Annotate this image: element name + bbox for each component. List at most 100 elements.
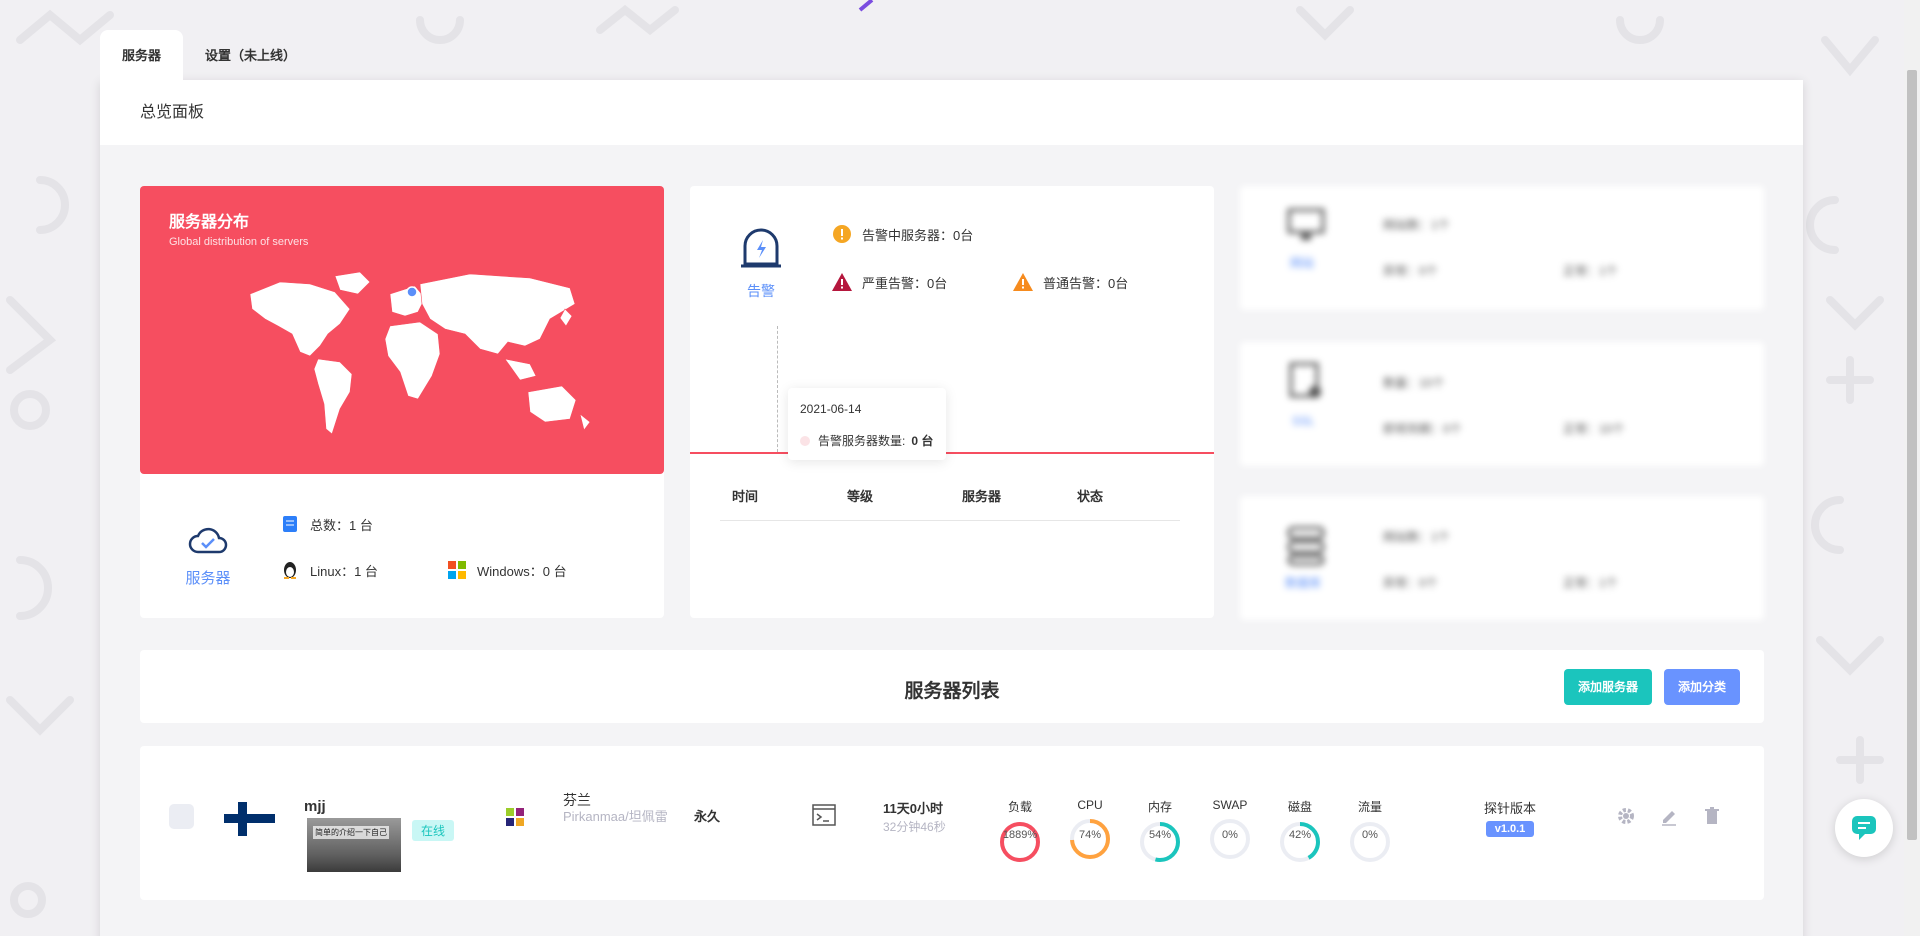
- chat-icon: [1852, 816, 1876, 840]
- gauge-value: 42%: [1288, 829, 1312, 841]
- alarm-icon: [741, 228, 781, 268]
- ssl-ok: 正常：10个: [1563, 422, 1625, 436]
- col-status: 状态: [1077, 489, 1104, 504]
- gauge-label: 负载: [1007, 800, 1032, 814]
- monitor-icon: [1287, 208, 1325, 240]
- ssl-count: 数量：10个: [1383, 376, 1445, 390]
- tooltip-date: 2021-06-14: [800, 402, 862, 416]
- database-error: 异常：0个: [1383, 576, 1438, 590]
- alert-chart-line: [690, 452, 1214, 454]
- add-category-button[interactable]: 添加分类: [1664, 669, 1740, 705]
- database-ok: 正常：1个: [1563, 576, 1618, 590]
- server-name[interactable]: mjj: [304, 798, 326, 815]
- chart-crosshair: [777, 326, 778, 452]
- windows-icon: [447, 560, 467, 580]
- alerts-card: 告警 告警中服务器：0台 严重告警：0台 普通告警：0台 2021-06-14 …: [690, 186, 1214, 618]
- status-badge: 在线: [412, 820, 455, 841]
- server-summary-label: 服务器: [185, 570, 231, 587]
- server-summary-icon: 服务器: [180, 524, 236, 588]
- server-windows: Windows：0 台: [447, 560, 567, 580]
- gauge-label: CPU: [1077, 798, 1103, 812]
- gauge-1: CPU 74%: [1067, 798, 1113, 862]
- select-checkbox[interactable]: [169, 804, 194, 829]
- add-server-button[interactable]: 添加服务器: [1564, 669, 1652, 705]
- centos-icon: [506, 808, 524, 826]
- country: 芬兰: [563, 792, 591, 808]
- alerting-servers-text: 告警中服务器：0台: [862, 227, 974, 243]
- world-map-panel: 服务器分布 Global distribution of servers: [140, 186, 664, 474]
- server-total: 总数：1 台: [280, 514, 373, 534]
- certificate-icon: [1289, 362, 1321, 398]
- database-icon: [1287, 526, 1325, 566]
- tab-settings[interactable]: 设置（未上线）: [183, 30, 318, 80]
- probe-version: 探针版本 v1.0.1: [1470, 798, 1550, 837]
- website-error: 异常：0个: [1383, 264, 1438, 278]
- thumbnail-text: 简单的介绍一下自己: [313, 826, 389, 839]
- alarm-summary: 告警: [737, 226, 785, 301]
- gear-icon[interactable]: [1616, 806, 1636, 826]
- edit-icon[interactable]: [1659, 806, 1679, 826]
- tab-servers[interactable]: 服务器: [100, 30, 184, 80]
- uptime-sub: 32分钟46秒: [883, 820, 946, 834]
- map-subtitle: Global distribution of servers: [169, 236, 309, 248]
- server-row: mjj 简单的介绍一下自己 在线 芬兰 Pirkanmaa/坦佩雷 永久 11天…: [140, 746, 1764, 900]
- website-ok: 正常：1个: [1563, 264, 1618, 278]
- trash-icon[interactable]: [1702, 806, 1722, 826]
- server-linux-text: Linux：1 台: [310, 563, 378, 579]
- normal-alerts: 普通告警：0台: [1013, 272, 1128, 292]
- server-distribution-card: 服务器分布 Global distribution of servers 服务器…: [140, 186, 664, 618]
- uptime-main: 11天0小时: [883, 801, 943, 816]
- dashboard-panel: 总览面板 服务器分布 Global distribution of server…: [100, 80, 1803, 936]
- gauge-label: SWAP: [1212, 798, 1248, 812]
- col-time: 时间: [732, 489, 759, 504]
- expire: 永久: [694, 809, 721, 824]
- gauge-3: SWAP 0%: [1207, 798, 1253, 862]
- warning-circle-icon: [832, 224, 852, 244]
- critical-triangle-icon: [832, 272, 852, 292]
- world-map[interactable]: [240, 264, 600, 444]
- gauge-4: 磁盘 42%: [1277, 798, 1323, 865]
- website-label: 网站: [1290, 256, 1315, 270]
- chat-button[interactable]: [1835, 799, 1893, 857]
- region: Pirkanmaa/坦佩雷: [563, 809, 668, 824]
- server-list-header: 服务器列表 添加服务器 添加分类: [140, 650, 1764, 723]
- ssl-expiring: 即将到期：0个: [1383, 422, 1462, 436]
- gauge-label: 流量: [1357, 800, 1382, 814]
- gauge-value: 0%: [1222, 829, 1238, 841]
- ssl-card: SSL 数量：10个 即将到期：0个 正常：10个: [1240, 342, 1764, 466]
- ssl-label: SSL: [1292, 414, 1315, 428]
- gauge-5: 流量 0%: [1347, 798, 1393, 865]
- normal-alerts-text: 普通告警：0台: [1043, 275, 1129, 291]
- page-title: 总览面板: [100, 80, 1803, 145]
- gauge-value: 74%: [1078, 829, 1102, 841]
- database-card: 数据库 网站数：1个 异常：0个 正常：1个: [1240, 496, 1764, 620]
- gauge-label: 磁盘: [1287, 800, 1312, 814]
- chart-tooltip: 2021-06-14 告警服务器数量: 0 台: [788, 388, 946, 460]
- tooltip-series: 告警服务器数量:: [818, 434, 906, 448]
- tooltip-row: 告警服务器数量: 0 台: [800, 432, 934, 449]
- gauge-2: 内存 54%: [1137, 798, 1183, 865]
- gauge-value: 0%: [1362, 829, 1378, 841]
- col-level: 等级: [847, 489, 874, 504]
- gauge-0: 负载 1889%: [997, 798, 1043, 865]
- linux-icon: [280, 560, 300, 580]
- probe-version-badge: v1.0.1: [1485, 821, 1535, 837]
- tooltip-value: 0 台: [911, 434, 934, 448]
- gauge-ring: [1000, 822, 1040, 862]
- website-card: 网站 网站数：1个 异常：0个 正常：1个: [1240, 186, 1764, 310]
- server-list-title: 服务器列表: [904, 681, 1000, 702]
- terminal-icon[interactable]: [812, 804, 836, 826]
- gauge-value: 54%: [1148, 829, 1172, 841]
- map-title: 服务器分布: [169, 214, 250, 231]
- database-label: 数据库: [1285, 576, 1322, 590]
- normal-triangle-icon: [1013, 272, 1033, 292]
- database-count: 网站数：1个: [1383, 530, 1450, 544]
- server-total-text: 总数：1 台: [310, 517, 373, 533]
- server-linux: Linux：1 台: [280, 560, 378, 580]
- scrollbar-thumb[interactable]: [1907, 70, 1917, 840]
- alerts-table-header: 时间 等级 服务器 状态: [720, 486, 1180, 521]
- cloud-icon: [188, 527, 228, 554]
- gauge-value: 1889%: [1002, 829, 1038, 841]
- critical-alerts-text: 严重告警：0台: [862, 275, 948, 291]
- alerting-servers: 告警中服务器：0台: [832, 224, 973, 244]
